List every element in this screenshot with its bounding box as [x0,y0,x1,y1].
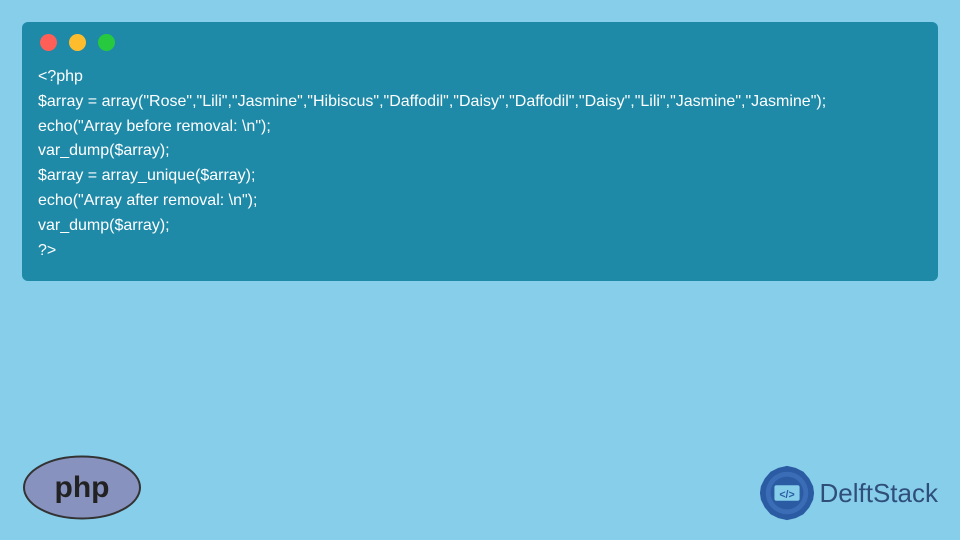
php-logo-text: php [55,471,110,504]
minimize-dot-icon [69,34,86,51]
code-line: var_dump($array); [38,139,922,164]
maximize-dot-icon [98,34,115,51]
code-line: $array = array("Rose","Lili","Jasmine","… [38,90,922,115]
delftstack-text: DelftStack [820,478,939,509]
code-line: <?php [38,65,922,90]
badge-code-text: </> [779,489,794,501]
code-block: <?php$array = array("Rose","Lili","Jasmi… [38,65,922,263]
close-dot-icon [40,34,57,51]
code-panel: <?php$array = array("Rose","Lili","Jasmi… [22,22,938,281]
gear-badge-icon: </> [758,464,816,522]
code-line: echo("Array before removal: \n"); [38,115,922,140]
code-line: $array = array_unique($array); [38,164,922,189]
php-logo-icon: php [22,455,142,520]
delftstack-logo: </> DelftStack [758,464,939,522]
code-line: echo("Array after removal: \n"); [38,189,922,214]
code-line: ?> [38,239,922,264]
window-controls [38,34,922,51]
code-line: var_dump($array); [38,214,922,239]
